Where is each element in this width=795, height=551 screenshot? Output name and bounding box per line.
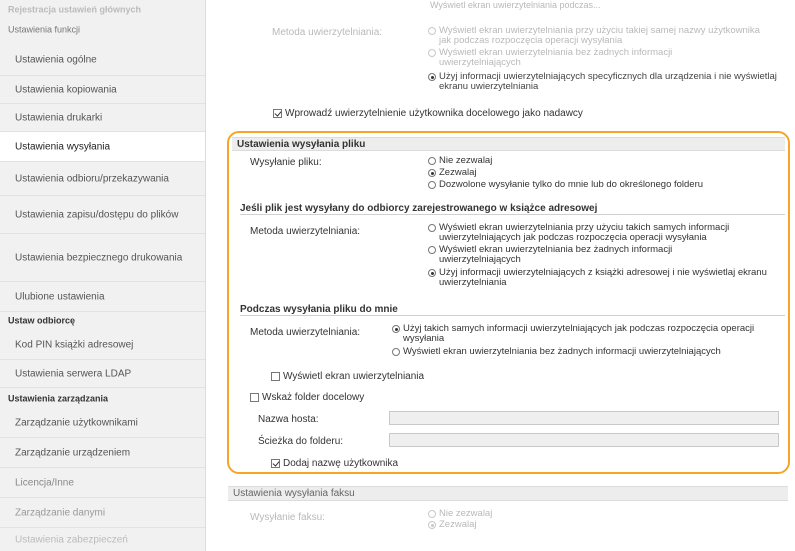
sidebar-section-zarzadzania: Ustawienia zarządzania: [8, 393, 109, 404]
sidebar-section-odbiorcy: Ustaw odbiorcę: [8, 315, 76, 326]
sidebar-item-zabezpieczen[interactable]: Ustawienia zabezpieczeń: [0, 528, 205, 551]
sidebar-item-pin[interactable]: Kod PIN książki adresowej: [0, 330, 205, 360]
sidebar: Rejestracja ustawień głównych Ustawienia…: [0, 0, 206, 551]
top-auth-option-1-label: Wyświetl ekran uwierzytelniania przy uży…: [439, 25, 760, 46]
sidebar-item-urzadzeniem[interactable]: Zarządzanie urządzeniem: [0, 438, 205, 468]
top-auth-option-2[interactable]: Wyświetl ekran uwierzytelniania bez żadn…: [428, 48, 738, 68]
fax-option-allow[interactable]: Zezwalaj: [428, 520, 477, 530]
top-sender-checkbox[interactable]: Wprowadź uwierzytelnienie użytkownika do…: [273, 108, 583, 119]
top-sender-checkbox-label: Wprowadź uwierzytelnienie użytkownika do…: [285, 108, 583, 119]
radio-icon[interactable]: [428, 73, 436, 81]
sidebar-item-ogolne[interactable]: Ustawienia ogólne: [0, 44, 205, 76]
fax-option-allow-label: Zezwalaj: [439, 519, 477, 530]
sidebar-item-zapisu[interactable]: Ustawienia zapisu/dostępu do plików: [0, 196, 205, 234]
fax-send-label: Wysyłanie faksu:: [250, 512, 325, 523]
radio-icon[interactable]: [428, 521, 436, 529]
sidebar-item-drukarki[interactable]: Ustawienia drukarki: [0, 104, 205, 132]
fax-option-deny[interactable]: Nie zezwalaj: [428, 509, 492, 519]
sidebar-section-funkcji: Ustawienia funkcji: [8, 24, 81, 35]
radio-icon[interactable]: [428, 510, 436, 518]
faded-top-text: Wyświetl ekran uwierzytelniania podczas.…: [430, 0, 601, 10]
sidebar-item-faded-top[interactable]: Rejestracja ustawień głównych: [0, 0, 205, 20]
sidebar-item-danymi[interactable]: Zarządzanie danymi: [0, 498, 205, 528]
sidebar-item-uzytkownikami[interactable]: Zarządzanie użytkownikami: [0, 408, 205, 438]
checkbox-icon[interactable]: [273, 109, 282, 118]
radio-icon[interactable]: [428, 27, 436, 35]
sidebar-item-wysylania[interactable]: Ustawienia wysyłania: [0, 132, 205, 162]
sidebar-item-licencja[interactable]: Licencja/Inne: [0, 468, 205, 498]
sidebar-item-kopiowania[interactable]: Ustawienia kopiowania: [0, 76, 205, 104]
sidebar-item-bezpiecznego[interactable]: Ustawienia bezpiecznego drukowania: [0, 234, 205, 282]
top-auth-option-3-label: Użyj informacji uwierzytelniających spec…: [439, 71, 777, 92]
section-fax-title: Ustawienia wysyłania faksu: [228, 486, 788, 501]
fax-option-deny-label: Nie zezwalaj: [439, 508, 493, 519]
sidebar-item-ulubione[interactable]: Ulubione ustawienia: [0, 282, 205, 312]
top-auth-option-1[interactable]: Wyświetl ekran uwierzytelniania przy uży…: [428, 26, 773, 46]
top-auth-label: Metoda uwierzytelniania:: [272, 27, 383, 38]
top-auth-option-3[interactable]: Użyj informacji uwierzytelniających spec…: [428, 72, 778, 92]
sidebar-item-odbioru[interactable]: Ustawienia odbioru/przekazywania: [0, 162, 205, 196]
radio-icon[interactable]: [428, 49, 436, 57]
sidebar-item-ldap[interactable]: Ustawienia serwera LDAP: [0, 360, 205, 388]
highlight-frame: [227, 131, 790, 474]
top-auth-option-2-label: Wyświetl ekran uwierzytelniania bez żadn…: [439, 47, 673, 68]
